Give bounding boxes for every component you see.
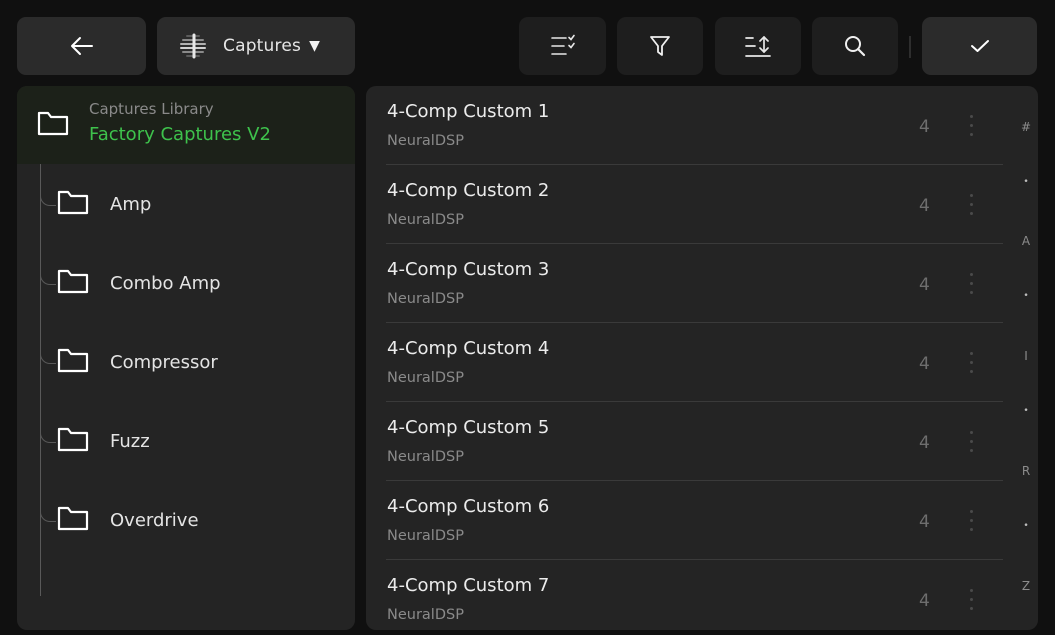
folder-icon [57, 427, 89, 452]
more-options-icon[interactable] [961, 189, 981, 219]
more-options-icon[interactable] [961, 268, 981, 298]
index-letter[interactable]: Z [1016, 579, 1036, 593]
folder-item-fuzz[interactable]: Fuzz [40, 401, 355, 480]
folder-item-compressor[interactable]: Compressor [40, 322, 355, 401]
capture-count: 4 [919, 196, 930, 216]
tree-branch [40, 348, 56, 364]
check-icon [970, 40, 989, 52]
index-letter[interactable]: A [1016, 234, 1036, 248]
capture-name: 4-Comp Custom 2 [387, 180, 550, 201]
more-options-icon[interactable] [961, 584, 981, 614]
folder-label: Overdrive [110, 510, 199, 531]
library-root-item[interactable]: Captures Library Factory Captures V2 [17, 86, 355, 164]
folder-icon [57, 506, 89, 531]
multi-select-button[interactable] [519, 17, 606, 75]
capture-row[interactable]: 4-Comp Custom 6 NeuralDSP 4 [366, 481, 1038, 560]
capture-row[interactable]: 4-Comp Custom 3 NeuralDSP 4 [366, 244, 1038, 323]
capture-maker: NeuralDSP [387, 607, 464, 623]
capture-count: 4 [919, 275, 930, 295]
confirm-button[interactable] [922, 17, 1037, 75]
capture-name: 4-Comp Custom 7 [387, 575, 550, 596]
capture-maker: NeuralDSP [387, 449, 464, 465]
capture-maker: NeuralDSP [387, 528, 464, 544]
captures-logo-icon [180, 33, 206, 59]
tree-branch [40, 427, 56, 443]
library-selector-label: Captures [223, 36, 302, 56]
index-letter[interactable]: # [1016, 120, 1036, 134]
filter-icon [650, 36, 670, 56]
library-selector-dropdown[interactable]: Captures ▼ [157, 17, 355, 75]
sort-button[interactable] [715, 17, 801, 75]
filter-button[interactable] [617, 17, 703, 75]
folder-icon [57, 269, 89, 294]
more-options-icon[interactable] [961, 347, 981, 377]
capture-count: 4 [919, 354, 930, 374]
folder-tree-panel: Captures Library Factory Captures V2 Amp… [17, 86, 355, 630]
capture-row[interactable]: 4-Comp Custom 7 NeuralDSP 4 [366, 560, 1038, 630]
capture-name: 4-Comp Custom 1 [387, 101, 550, 122]
caret-down-icon: ▼ [309, 38, 320, 54]
tree-branch [40, 269, 56, 285]
capture-name: 4-Comp Custom 6 [387, 496, 550, 517]
folder-label: Amp [110, 194, 152, 215]
capture-row[interactable]: 4-Comp Custom 5 NeuralDSP 4 [366, 402, 1038, 481]
library-root-sublabel: Captures Library [89, 100, 214, 118]
index-dot[interactable]: • [1016, 406, 1036, 416]
more-options-icon[interactable] [961, 426, 981, 456]
search-icon [845, 36, 866, 57]
index-letter[interactable]: R [1016, 464, 1036, 478]
capture-count: 4 [919, 591, 930, 611]
index-letter[interactable]: I [1016, 349, 1036, 363]
back-button[interactable] [17, 17, 146, 75]
index-dot[interactable]: • [1016, 521, 1036, 531]
folder-icon [57, 348, 89, 373]
capture-row[interactable]: 4-Comp Custom 1 NeuralDSP 4 [366, 86, 1038, 165]
folder-label: Compressor [110, 352, 218, 373]
more-options-icon[interactable] [961, 110, 981, 140]
index-dot[interactable]: • [1016, 291, 1036, 301]
capture-maker: NeuralDSP [387, 370, 464, 386]
capture-maker: NeuralDSP [387, 291, 464, 307]
folder-item-overdrive[interactable]: Overdrive [40, 480, 355, 559]
capture-count: 4 [919, 117, 930, 137]
capture-row[interactable]: 4-Comp Custom 4 NeuralDSP 4 [366, 323, 1038, 402]
more-options-icon[interactable] [961, 505, 981, 535]
folder-item-combo-amp[interactable]: Combo Amp [40, 243, 355, 322]
capture-name: 4-Comp Custom 5 [387, 417, 550, 438]
capture-list-panel: 4-Comp Custom 1 NeuralDSP 4 4-Comp Custo… [366, 86, 1038, 630]
search-button[interactable] [812, 17, 898, 75]
index-dot[interactable]: • [1016, 177, 1036, 187]
folder-icon [37, 111, 69, 136]
capture-row[interactable]: 4-Comp Custom 2 NeuralDSP 4 [366, 165, 1038, 244]
folder-label: Combo Amp [110, 273, 221, 294]
capture-maker: NeuralDSP [387, 133, 464, 149]
folder-item-amp[interactable]: Amp [40, 164, 355, 243]
toolbar-separator [909, 36, 911, 58]
capture-name: 4-Comp Custom 4 [387, 338, 550, 359]
capture-count: 4 [919, 512, 930, 532]
capture-maker: NeuralDSP [387, 212, 464, 228]
sort-icon [745, 36, 771, 57]
library-root-name: Factory Captures V2 [89, 124, 271, 145]
folder-icon [57, 190, 89, 215]
folder-label: Fuzz [110, 431, 150, 452]
tree-branch [40, 190, 56, 206]
tree-branch [40, 506, 56, 522]
capture-count: 4 [919, 433, 930, 453]
capture-name: 4-Comp Custom 3 [387, 259, 550, 280]
list-check-icon [550, 34, 575, 55]
arrow-left-icon [70, 37, 93, 55]
